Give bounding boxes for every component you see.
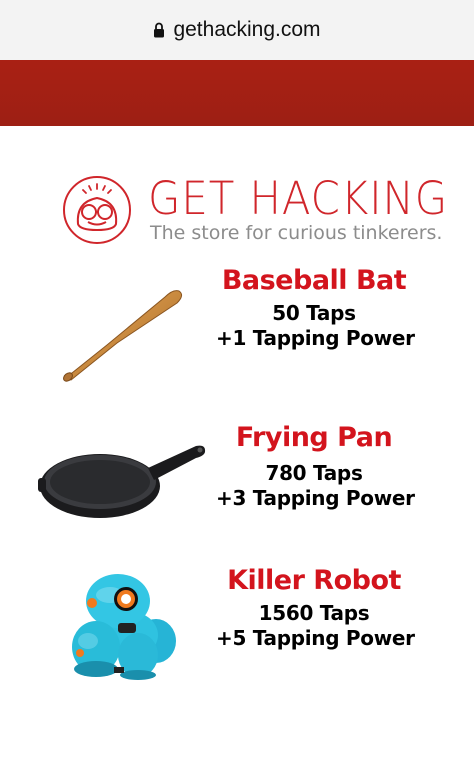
site-header-bar (0, 60, 474, 126)
item-info: Killer Robot 1560 Taps +5 Tapping Power (216, 565, 415, 651)
item-cost: 1560 Taps (258, 601, 370, 625)
shop-item-frying-pan[interactable]: Frying Pan 780 Taps +3 Tapping Power (0, 420, 474, 530)
item-power: +5 Tapping Power (216, 626, 415, 650)
item-power: +1 Tapping Power (216, 326, 415, 350)
item-name: Killer Robot (227, 565, 401, 596)
robot-icon (72, 574, 176, 680)
logo-title: GET HACKING (148, 172, 449, 225)
item-info: Frying Pan 780 Taps +3 Tapping Power (216, 422, 415, 511)
item-name: Frying Pan (235, 422, 393, 453)
lock-icon (154, 22, 165, 38)
baseball-bat-icon (63, 290, 183, 382)
item-cost: 780 Taps (265, 461, 363, 485)
logo-mascot-icon (63, 176, 131, 244)
url-text: gethacking.com (173, 18, 321, 41)
logo-tagline: The store for curious tinkerers. (150, 222, 443, 244)
shop-item-baseball-bat[interactable]: Baseball Bat 50 Taps +1 Tapping Power (0, 265, 474, 390)
browser-url-bar[interactable]: gethacking.com (0, 0, 474, 60)
item-name: Baseball Bat (221, 265, 407, 296)
site-logo[interactable]: GET HACKING The store for curious tinker… (62, 170, 447, 250)
shop-item-killer-robot[interactable]: Killer Robot 1560 Taps +5 Tapping Power (0, 565, 474, 680)
url-display[interactable]: gethacking.com (153, 18, 321, 42)
item-cost: 50 Taps (272, 301, 356, 325)
item-power: +3 Tapping Power (216, 486, 415, 510)
item-info: Baseball Bat 50 Taps +1 Tapping Power (216, 265, 415, 351)
frying-pan-icon (38, 445, 206, 518)
